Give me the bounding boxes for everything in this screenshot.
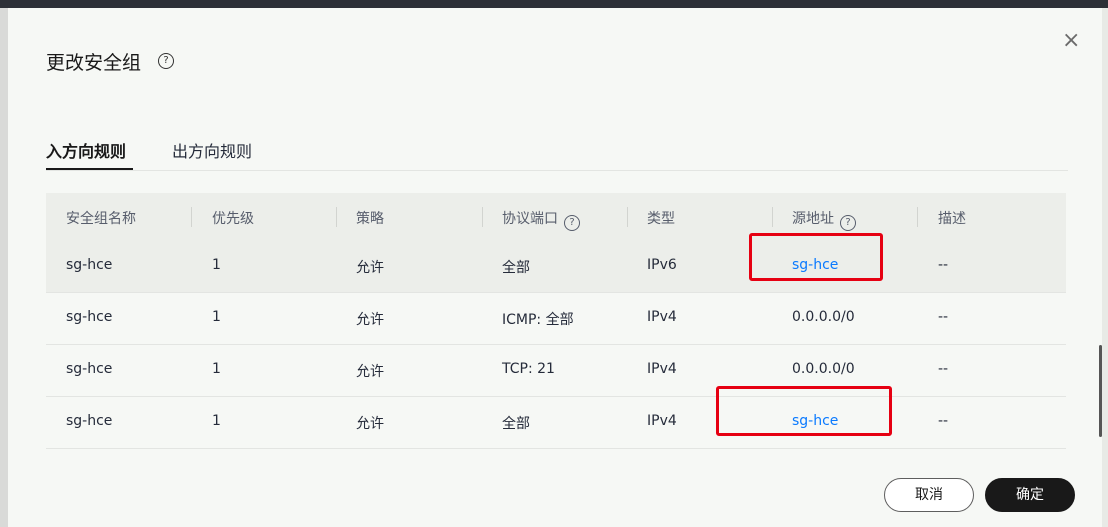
cell-sg-name: sg-hce: [66, 309, 113, 325]
cell-description: --: [938, 361, 949, 377]
cell-policy: 允许: [356, 364, 384, 380]
scrollbar-thumb[interactable]: [1099, 345, 1102, 437]
header-sg-name: 安全组名称: [66, 211, 136, 227]
column-divider: [772, 207, 773, 227]
cell-type: IPv6: [647, 257, 677, 273]
column-divider: [627, 207, 628, 227]
table-row[interactable]: sg-hce 1 允许 ICMP: 全部 IPv4 0.0.0.0/0 --: [46, 293, 1066, 345]
cell-type: IPv4: [647, 361, 677, 377]
cell-policy: 允许: [356, 260, 384, 276]
header-type: 类型: [647, 211, 675, 227]
dialog-title: 更改安全组: [46, 52, 142, 74]
cell-priority: 1: [212, 309, 221, 325]
highlight-box: [716, 386, 892, 436]
cell-policy: 允许: [356, 312, 384, 328]
tab-outbound-rules[interactable]: 出方向规则: [172, 138, 252, 162]
tab-inbound-rules[interactable]: 入方向规则: [46, 138, 126, 162]
cell-type: IPv4: [647, 309, 677, 325]
close-icon[interactable]: ×: [1062, 30, 1080, 52]
table-row[interactable]: sg-hce 1 允许 TCP: 21 IPv4 0.0.0.0/0 --: [46, 345, 1066, 397]
highlight-box: [749, 233, 883, 281]
cell-protocol-port: TCP: 21: [502, 361, 555, 377]
table-header: 安全组名称 优先级 策略 协议端口? 类型 源地址? 描述: [46, 193, 1066, 241]
column-divider: [191, 207, 192, 227]
help-icon[interactable]: ?: [840, 215, 856, 231]
cell-protocol-port: 全部: [502, 260, 530, 276]
cell-protocol-port: 全部: [502, 416, 530, 432]
header-source-address: 源地址?: [792, 208, 856, 231]
cancel-button[interactable]: 取消: [884, 478, 974, 512]
header-priority: 优先级: [212, 211, 254, 227]
cell-description: --: [938, 257, 949, 273]
cell-description: --: [938, 413, 949, 429]
tab-divider: [46, 170, 1068, 171]
change-security-group-dialog: 更改安全组 ? × 入方向规则 出方向规则 安全组名称 优先级 策略 协议端口?…: [8, 8, 1102, 527]
header-source-address-label: 源地址: [792, 211, 834, 227]
help-icon[interactable]: ?: [158, 53, 174, 69]
column-divider: [482, 207, 483, 227]
header-protocol-port: 协议端口?: [502, 208, 580, 231]
cell-sg-name: sg-hce: [66, 413, 113, 429]
table-row[interactable]: sg-hce 1 允许 全部 IPv4 sg-hce --: [46, 397, 1066, 449]
header-protocol-port-label: 协议端口: [502, 211, 558, 227]
cell-priority: 1: [212, 257, 221, 273]
cell-policy: 允许: [356, 416, 384, 432]
cell-source-address: 0.0.0.0/0: [792, 361, 855, 377]
cell-sg-name: sg-hce: [66, 257, 113, 273]
column-divider: [917, 207, 918, 227]
cell-type: IPv4: [647, 413, 677, 429]
cell-sg-name: sg-hce: [66, 361, 113, 377]
header-policy: 策略: [356, 211, 384, 227]
table-row[interactable]: sg-hce 1 允许 全部 IPv6 sg-hce --: [46, 241, 1066, 293]
column-divider: [336, 207, 337, 227]
cell-source-address: 0.0.0.0/0: [792, 309, 855, 325]
confirm-button[interactable]: 确定: [985, 478, 1075, 512]
cell-priority: 1: [212, 413, 221, 429]
top-bar: [0, 0, 1108, 8]
scrollbar-track[interactable]: [1102, 8, 1108, 527]
help-icon[interactable]: ?: [564, 215, 580, 231]
cell-priority: 1: [212, 361, 221, 377]
cell-description: --: [938, 309, 949, 325]
cell-protocol-port: ICMP: 全部: [502, 312, 574, 328]
background-strip: [0, 8, 8, 527]
header-description: 描述: [938, 211, 966, 227]
